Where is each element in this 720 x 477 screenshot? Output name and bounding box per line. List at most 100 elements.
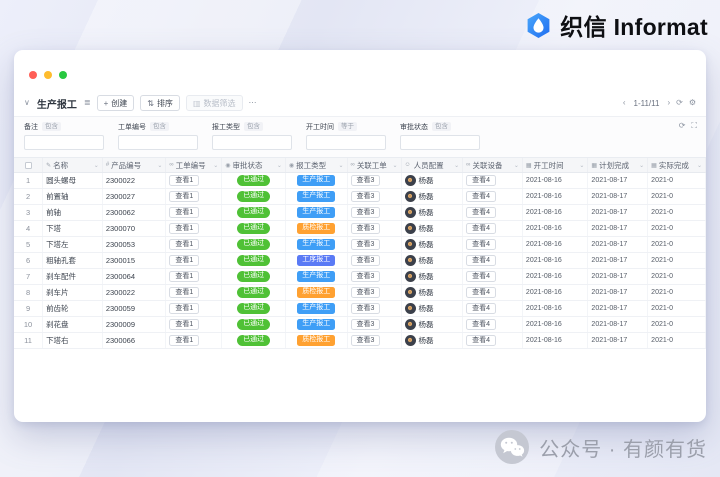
view-equipment-button[interactable]: 查看4 xyxy=(466,302,497,315)
filter-operator[interactable]: 包含 xyxy=(42,122,61,131)
cell-planned-date: 2021-08-17 xyxy=(588,205,649,220)
view-work-order-button[interactable]: 查看1 xyxy=(169,334,200,347)
view-equipment-button[interactable]: 查看4 xyxy=(466,334,497,347)
view-equipment-button[interactable]: 查看4 xyxy=(466,174,497,187)
chevron-down-icon[interactable]: ⌄ xyxy=(213,162,218,169)
chevron-down-icon[interactable]: ⌄ xyxy=(392,162,397,169)
cell-actual-date: 2021-0 xyxy=(648,189,706,204)
column-header[interactable]: ∞ 关联设备 ⌄ xyxy=(463,158,523,172)
view-equipment-button[interactable]: 查看4 xyxy=(466,286,497,299)
view-related-order-button[interactable]: 查看3 xyxy=(350,318,381,331)
view-switcher-icon[interactable]: ≣ xyxy=(84,99,91,107)
filter-input[interactable] xyxy=(24,135,104,150)
chevron-left-icon[interactable]: ‹ xyxy=(623,99,626,107)
table-row[interactable]: 1 圆头螺母 2300022 查看1 已通过 生产报工 查看3 ☻ 杨磊 查看4… xyxy=(14,173,706,189)
view-related-order-button[interactable]: 查看3 xyxy=(350,174,381,187)
column-label: 名称 xyxy=(53,160,69,170)
refresh-icon[interactable]: ⟳ xyxy=(676,99,683,107)
filter-input[interactable] xyxy=(306,135,386,150)
view-work-order-button[interactable]: 查看1 xyxy=(169,270,200,283)
view-related-order-button[interactable]: 查看3 xyxy=(350,270,381,283)
view-equipment-button[interactable]: 查看4 xyxy=(466,270,497,283)
view-related-order-button[interactable]: 查看3 xyxy=(350,334,381,347)
chevron-down-icon[interactable]: ⌄ xyxy=(697,162,702,169)
view-related-order-button[interactable]: 查看3 xyxy=(350,222,381,235)
column-header[interactable]: ▦ 实际完成 ⌄ xyxy=(648,158,706,172)
view-work-order-button[interactable]: 查看1 xyxy=(169,254,200,267)
column-header[interactable]: ✎ 名称 ⌄ xyxy=(43,158,103,172)
filter-operator[interactable]: 包含 xyxy=(244,122,263,131)
view-work-order-button[interactable]: 查看1 xyxy=(169,190,200,203)
select-all-checkbox[interactable] xyxy=(24,161,32,169)
minimize-button[interactable] xyxy=(44,71,52,79)
cell-product-no: 2300015 xyxy=(103,253,167,268)
table-row[interactable]: 6 粗轴孔套 2300015 查看1 已通过 工序报工 查看3 ☻ 杨磊 查看4… xyxy=(14,253,706,269)
column-header[interactable]: ☺ 人员配置 ⌄ xyxy=(402,158,464,172)
view-related-order-button[interactable]: 查看3 xyxy=(350,302,381,315)
column-header[interactable]: # 产品编号 ⌄ xyxy=(103,158,167,172)
view-equipment-button[interactable]: 查看4 xyxy=(466,206,497,219)
chevron-right-icon[interactable]: › xyxy=(667,99,670,107)
filter-operator[interactable]: 等于 xyxy=(338,122,357,131)
filter-operator[interactable]: 包含 xyxy=(150,122,169,131)
view-equipment-button[interactable]: 查看4 xyxy=(466,238,497,251)
table-row[interactable]: 8 刹车片 2300022 查看1 已通过 质检报工 查看3 ☻ 杨磊 查看4 … xyxy=(14,285,706,301)
sort-button[interactable]: ⇅ 排序 xyxy=(140,95,180,111)
view-work-order-button[interactable]: 查看1 xyxy=(169,174,200,187)
view-related-order-button[interactable]: 查看3 xyxy=(350,286,381,299)
column-header[interactable]: ◉ 报工类型 ⌄ xyxy=(286,158,348,172)
view-equipment-button[interactable]: 查看4 xyxy=(466,318,497,331)
chevron-down-icon[interactable]: ⌄ xyxy=(277,162,282,169)
table-row[interactable]: 5 下塔左 2300053 查看1 已通过 生产报工 查看3 ☻ 杨磊 查看4 … xyxy=(14,237,706,253)
create-button[interactable]: + 创建 xyxy=(96,95,135,111)
chevron-down-icon[interactable]: ⌄ xyxy=(639,162,644,169)
chevron-down-icon[interactable]: ⌄ xyxy=(579,162,584,169)
column-type-icon: ◉ xyxy=(225,162,231,169)
chevron-down-icon[interactable]: ⌄ xyxy=(514,162,519,169)
table-row[interactable]: 2 前置轴 2300027 查看1 已通过 生产报工 查看3 ☻ 杨磊 查看4 … xyxy=(14,189,706,205)
close-button[interactable] xyxy=(29,71,37,79)
cell-product-no: 2300022 xyxy=(103,285,167,300)
column-header[interactable]: ▦ 开工时间 ⌄ xyxy=(523,158,589,172)
view-equipment-button[interactable]: 查看4 xyxy=(466,222,497,235)
filter-input[interactable] xyxy=(212,135,292,150)
settings-gear-icon[interactable]: ⚙ xyxy=(689,99,696,107)
filter-refresh-icon[interactable]: ⟳ xyxy=(679,122,686,130)
chevron-down-icon[interactable]: ∨ xyxy=(24,99,30,107)
table-row[interactable]: 10 刹花盘 2300009 查看1 已通过 生产报工 查看3 ☻ 杨磊 查看4… xyxy=(14,317,706,333)
view-work-order-button[interactable]: 查看1 xyxy=(169,222,200,235)
view-related-order-button[interactable]: 查看3 xyxy=(350,190,381,203)
table-row[interactable]: 7 刹车配件 2300064 查看1 已通过 生产报工 查看3 ☻ 杨磊 查看4… xyxy=(14,269,706,285)
chevron-down-icon[interactable]: ⌄ xyxy=(157,162,162,169)
chevron-down-icon[interactable]: ⌄ xyxy=(94,162,99,169)
more-icon[interactable]: ⋯ xyxy=(249,99,257,107)
filter-input[interactable] xyxy=(118,135,198,150)
view-related-order-button[interactable]: 查看3 xyxy=(350,254,381,267)
view-work-order-button[interactable]: 查看1 xyxy=(169,206,200,219)
column-header[interactable]: ▦ 计划完成 ⌄ xyxy=(588,158,649,172)
chevron-down-icon[interactable]: ⌄ xyxy=(454,162,459,169)
table-row[interactable]: 11 下塔右 2300066 查看1 已通过 质检报工 查看3 ☻ 杨磊 查看4… xyxy=(14,333,706,349)
view-related-order-button[interactable]: 查看3 xyxy=(350,206,381,219)
view-work-order-button[interactable]: 查看1 xyxy=(169,286,200,299)
filter-operator[interactable]: 包含 xyxy=(432,122,451,131)
zoom-button[interactable] xyxy=(59,71,67,79)
view-work-order-button[interactable]: 查看1 xyxy=(169,238,200,251)
data-filter-button[interactable]: ▥ 数据筛选 xyxy=(185,95,243,111)
avatar: ☻ xyxy=(404,191,416,202)
table-row[interactable]: 9 前齿轮 2300059 查看1 已通过 生产报工 查看3 ☻ 杨磊 查看4 … xyxy=(14,301,706,317)
view-work-order-button[interactable]: 查看1 xyxy=(169,302,200,315)
column-header[interactable]: ∞ 工单编号 ⌄ xyxy=(166,158,223,172)
column-header[interactable]: ◉ 审批状态 ⌄ xyxy=(222,158,286,172)
table-row[interactable]: 3 前轴 2300062 查看1 已通过 生产报工 查看3 ☻ 杨磊 查看4 2… xyxy=(14,205,706,221)
view-work-order-button[interactable]: 查看1 xyxy=(169,318,200,331)
chevron-down-icon[interactable]: ⌄ xyxy=(339,162,344,169)
column-header[interactable]: ∞ 关联工单 ⌄ xyxy=(348,158,402,172)
filter-expand-icon[interactable]: ⛶ xyxy=(691,122,697,130)
view-related-order-button[interactable]: 查看3 xyxy=(350,238,381,251)
view-equipment-button[interactable]: 查看4 xyxy=(466,254,497,267)
select-all-header[interactable] xyxy=(14,158,44,172)
filter-input[interactable] xyxy=(400,135,480,150)
table-row[interactable]: 4 下塔 2300070 查看1 已通过 质检报工 查看3 ☻ 杨磊 查看4 2… xyxy=(14,221,706,237)
view-equipment-button[interactable]: 查看4 xyxy=(466,190,497,203)
